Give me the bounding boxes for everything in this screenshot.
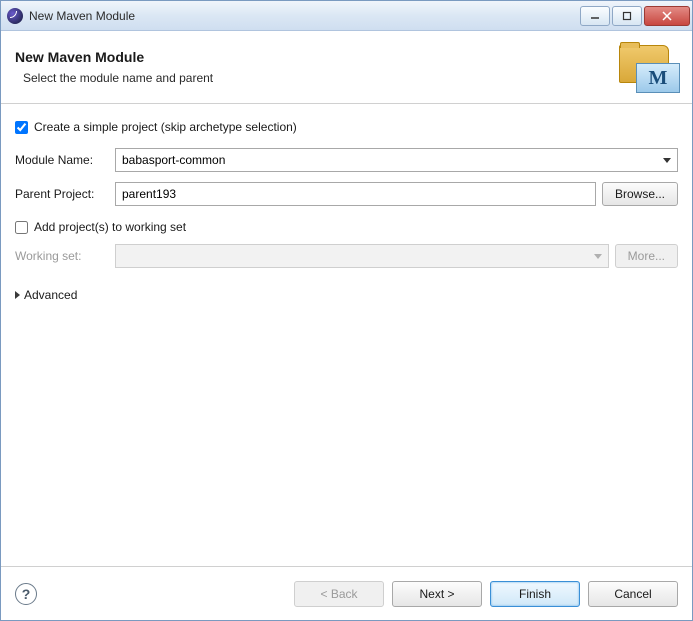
help-button[interactable]: ? — [15, 583, 37, 605]
advanced-expander[interactable]: Advanced — [15, 288, 678, 302]
module-name-label: Module Name: — [15, 153, 109, 167]
working-set-row: Working set: More... — [15, 244, 678, 268]
titlebar[interactable]: New Maven Module — [1, 1, 692, 31]
working-set-cb-label: Add project(s) to working set — [34, 220, 186, 234]
chevron-down-icon — [594, 254, 602, 259]
working-set-cb-row: Add project(s) to working set — [15, 220, 678, 234]
close-button[interactable] — [644, 6, 690, 26]
maven-folder-icon: M — [614, 43, 678, 91]
cancel-button[interactable]: Cancel — [588, 581, 678, 607]
browse-button[interactable]: Browse... — [602, 182, 678, 206]
simple-project-label: Create a simple project (skip archetype … — [34, 120, 297, 134]
simple-project-row: Create a simple project (skip archetype … — [15, 120, 678, 134]
button-bar: ? < Back Next > Finish Cancel — [1, 566, 692, 620]
parent-project-row: Parent Project: Browse... — [15, 182, 678, 206]
simple-project-checkbox[interactable] — [15, 121, 28, 134]
window-controls — [580, 6, 690, 26]
back-button: < Back — [294, 581, 384, 607]
parent-project-input[interactable] — [115, 182, 596, 206]
window-title: New Maven Module — [29, 9, 580, 23]
working-set-checkbox[interactable] — [15, 221, 28, 234]
module-name-input[interactable]: babasport-common — [115, 148, 678, 172]
module-name-value: babasport-common — [122, 153, 225, 167]
page-subtitle: Select the module name and parent — [15, 71, 213, 85]
working-set-label: Working set: — [15, 249, 109, 263]
wizard-header: New Maven Module Select the module name … — [1, 31, 692, 104]
more-button: More... — [615, 244, 678, 268]
parent-project-label: Parent Project: — [15, 187, 109, 201]
minimize-button[interactable] — [580, 6, 610, 26]
finish-button[interactable]: Finish — [490, 581, 580, 607]
eclipse-icon — [7, 8, 23, 24]
maximize-button[interactable] — [612, 6, 642, 26]
advanced-label: Advanced — [24, 288, 77, 302]
dialog-window: New Maven Module New Maven Module Select… — [0, 0, 693, 621]
module-name-row: Module Name: babasport-common — [15, 148, 678, 172]
content-area: Create a simple project (skip archetype … — [1, 104, 692, 566]
next-button[interactable]: Next > — [392, 581, 482, 607]
page-title: New Maven Module — [15, 49, 213, 65]
expand-triangle-icon — [15, 291, 20, 299]
chevron-down-icon — [663, 158, 671, 163]
working-set-combo — [115, 244, 609, 268]
